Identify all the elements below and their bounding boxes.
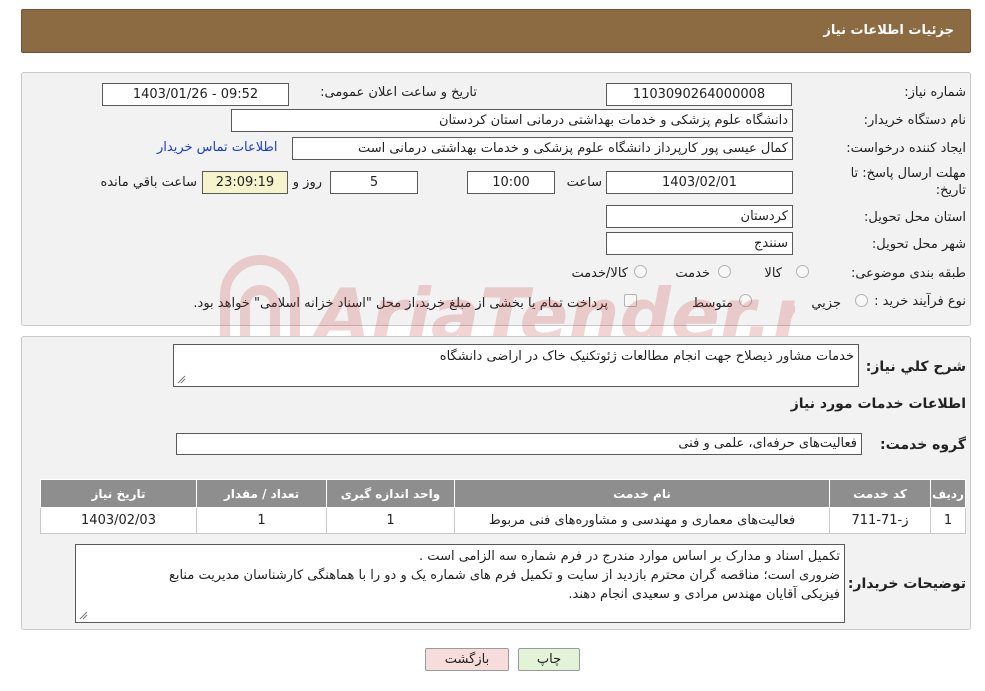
col-qty-header: تعداد / مقدار <box>196 479 327 508</box>
process-partial-label: جزیي <box>811 296 841 311</box>
announce-date-label: تاریخ و ساعت اعلان عمومی: <box>320 85 477 100</box>
need-summary-text: خدمات مشاور ذیصلاح جهت انجام مطالعات ژئو… <box>439 349 854 364</box>
col-row-header: رديف <box>930 479 966 508</box>
buyer-org-label: نام دستگاه خریدار: <box>863 113 966 128</box>
category-service-radio[interactable] <box>718 265 731 278</box>
city-label: شهر محل تحویل: <box>871 237 966 252</box>
table-header-row: رديف کد خدمت نام خدمت واحد اندازه گیری ت… <box>40 479 966 508</box>
announce-date-field: 1403/01/26 - 09:52 <box>102 83 289 106</box>
buyer-contact-link[interactable]: اطلاعات تماس خریدار <box>157 140 277 155</box>
category-goods-service-label: کالا/خدمت <box>571 266 628 281</box>
page-header: جزئیات اطلاعات نیاز <box>21 9 971 53</box>
page-title: جزئیات اطلاعات نیاز <box>823 23 954 38</box>
deadline-label: مهلت ارسال پاسخ: تا <box>850 166 966 181</box>
cell-need-date: 1403/02/03 <box>40 507 197 534</box>
deadline-time-field: 10:00 <box>467 171 555 194</box>
back-button[interactable]: بازگشت <box>425 648 509 671</box>
process-type-label: نوع فرآیند خرید : <box>874 294 966 309</box>
services-table: رديف کد خدمت نام خدمت واحد اندازه گیری ت… <box>40 479 966 534</box>
process-medium-label: متوسط <box>692 296 733 311</box>
province-label: استان محل تحویل: <box>864 210 966 225</box>
services-heading: اطلاعات خدمات مورد نياز <box>790 396 966 412</box>
buyer-notes-line-1: تکمیل اسناد و مدارک بر اساس موارد مندرج … <box>419 549 840 564</box>
cell-quantity: 1 <box>196 507 327 534</box>
category-goods-radio[interactable] <box>796 265 809 278</box>
category-service-label: خدمت <box>675 266 710 281</box>
creator-label: ایجاد کننده درخواست: <box>846 141 966 156</box>
category-goods-label: کالا <box>764 266 782 281</box>
table-row: 1 ز-71-711 فعالیت‌های معماری و مهندسی و … <box>40 507 966 534</box>
cell-service-name: فعالیت‌های معماری و مهندسی و مشاوره‌های … <box>454 507 830 534</box>
service-group-label: گروه خدمت: <box>880 437 966 453</box>
buyer-notes-textarea[interactable]: تکمیل اسناد و مدارک بر اساس موارد مندرج … <box>75 544 845 623</box>
cell-service-code: ز-71-711 <box>829 507 931 534</box>
need-summary-label: شرح كلي نياز: <box>865 359 966 375</box>
remaining-time-label: ساعت باقي مانده <box>100 175 197 190</box>
col-code-header: کد خدمت <box>829 479 931 508</box>
col-date-header: تاریخ نیاز <box>40 479 197 508</box>
buyer-org-field: دانشگاه علوم پزشکی و خدمات بهداشتی درمان… <box>231 109 793 132</box>
category-goods-service-radio[interactable] <box>634 265 647 278</box>
col-unit-header: واحد اندازه گیری <box>326 479 455 508</box>
cell-row-number: 1 <box>930 507 966 534</box>
treasury-payment-note: پرداخت تمام یا بخشی از مبلغ خرید،از محل … <box>193 296 608 311</box>
treasury-payment-checkbox[interactable] <box>624 294 637 307</box>
province-field: کردستان <box>606 205 793 228</box>
category-label: طبقه بندی موضوعی: <box>850 266 966 281</box>
print-button[interactable]: چاپ <box>518 648 580 671</box>
service-group-field: فعالیت‌های حرفه‌ای، علمی و فنی <box>176 433 862 455</box>
deadline-time-label: ساعت <box>566 175 602 190</box>
days-label: روز و <box>292 175 322 190</box>
buyer-notes-line-2: ضروری است؛ مناقصه گران محترم بازدید از س… <box>168 568 840 583</box>
col-name-header: نام خدمت <box>454 479 830 508</box>
creator-field: کمال عیسی پور کارپرداز دانشگاه علوم پزشک… <box>292 137 793 160</box>
need-summary-textarea[interactable]: خدمات مشاور ذیصلاح جهت انجام مطالعات ژئو… <box>173 344 859 387</box>
days-remaining-field: 5 <box>330 171 418 194</box>
buyer-notes-line-3: فیزیکی آقایان مهندس مرادی و سعیدی انجام … <box>568 587 840 602</box>
city-field: سنندج <box>606 232 793 255</box>
resize-grip-icon[interactable] <box>78 610 88 620</box>
cell-unit: 1 <box>326 507 455 534</box>
buyer-notes-label: توضيحات خريدار: <box>847 576 966 592</box>
need-number-field: 1103090264000008 <box>606 83 792 106</box>
process-partial-radio[interactable] <box>855 294 868 307</box>
deadline-label-date: تاریخ: <box>935 183 966 198</box>
need-number-label: شماره نیاز: <box>904 85 966 100</box>
deadline-date-field: 1403/02/01 <box>606 171 793 194</box>
process-medium-radio[interactable] <box>739 294 752 307</box>
remaining-time-field: 23:09:19 <box>202 171 288 194</box>
resize-grip-icon[interactable] <box>176 374 186 384</box>
